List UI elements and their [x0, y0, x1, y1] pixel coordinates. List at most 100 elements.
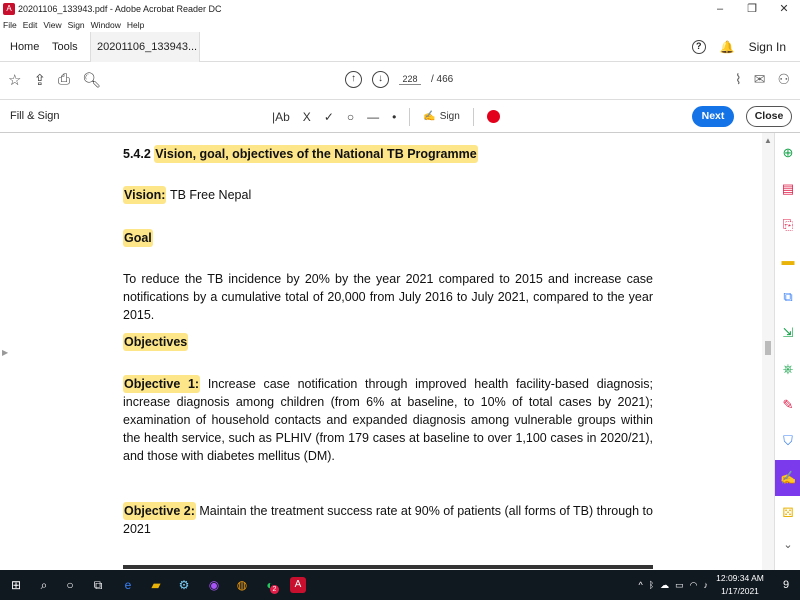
protect-icon[interactable]: ⛉ — [780, 433, 796, 449]
cross-mark-tool[interactable]: X — [303, 110, 311, 124]
vision-text: TB Free Nepal — [169, 188, 252, 202]
edge-icon[interactable]: e — [120, 577, 136, 593]
close-button[interactable]: Close — [746, 106, 792, 127]
objectives-label: Objectives — [123, 333, 189, 351]
dot-tool[interactable]: • — [392, 110, 396, 124]
acrobat-taskbar-icon[interactable]: A — [290, 577, 306, 593]
gear-app-icon[interactable]: ⚙ — [176, 577, 192, 593]
next-button[interactable]: Next — [692, 106, 734, 127]
windows-start-icon[interactable]: ⊞ — [8, 577, 24, 593]
color-picker[interactable] — [486, 110, 500, 123]
toolbar-divider — [409, 107, 411, 126]
mail-icon[interactable]: ✉ — [754, 71, 766, 88]
minimize-button[interactable]: – — [704, 0, 736, 18]
pen-icon: ✍ — [423, 111, 436, 122]
clock-time: 12:09:34 AM — [716, 573, 764, 583]
expand-panel-icon[interactable]: ▶ — [2, 348, 8, 357]
notification-icon[interactable]: 9 — [778, 577, 794, 593]
fill-sign-toolbar: Fill & Sign |Ab X ✓ ○ — • ✍ Sign Next Cl… — [0, 100, 800, 133]
page-total: / 466 — [431, 74, 454, 85]
menu-file[interactable]: File — [3, 18, 17, 32]
battery-icon[interactable]: ▭ — [675, 580, 684, 591]
tab-tools[interactable]: Tools — [52, 32, 78, 62]
objective-1-text: Increase case notification through impro… — [123, 377, 653, 463]
goal-label: Goal — [123, 229, 153, 247]
attach-icon[interactable]: ⌇ — [735, 71, 742, 88]
organize-pages-icon[interactable]: ▤ — [780, 181, 796, 197]
objective-2-label: Objective 2: — [123, 502, 196, 520]
cortana-icon[interactable]: ○ — [62, 577, 78, 593]
right-tools-panel: ⊕ ▤ ⎘ ▬ ⧉ ⇲ ⎈ ✎ ⛉ ✍ ⚄ ⌄ — [774, 133, 800, 570]
section-number: 5.4.2 — [123, 147, 151, 161]
page-number-input[interactable]: 228 — [399, 74, 421, 85]
volume-icon[interactable]: ♪ — [704, 580, 709, 590]
fill-sign-title: Fill & Sign — [10, 110, 60, 122]
onedrive-icon[interactable]: ☁ — [660, 580, 669, 591]
menu-bar: File Edit View Sign Window Help — [0, 18, 150, 32]
bluetooth-icon[interactable]: ᛒ — [649, 580, 654, 590]
star-icon[interactable]: ☆ — [8, 71, 21, 89]
windows-taskbar: ⊞ ⌕ ○ ⧉ e ▰ ⚙ ◉ ◍ ◐ 2 A ^ ᛒ ☁ ▭ ◠ ♪ 12:0… — [0, 570, 800, 600]
tab-bar: Home Tools 20201106_133943... × ? 🔔 Sign… — [0, 32, 800, 83]
tab-document-label: 20201106_133943... — [97, 41, 198, 53]
combine-files-icon[interactable]: ⧉ — [780, 289, 796, 305]
line-tool[interactable]: — — [367, 110, 379, 124]
menu-sign[interactable]: Sign — [68, 18, 85, 32]
file-explorer-icon[interactable]: ▰ — [148, 577, 164, 593]
page-down-icon[interactable]: ↓ — [372, 71, 389, 88]
compress-pdf-icon[interactable]: ⇲ — [780, 325, 796, 341]
vision-label: Vision: — [123, 186, 167, 204]
users-icon[interactable]: ⚇ — [777, 71, 790, 88]
sign-in-link[interactable]: Sign In — [749, 40, 786, 54]
tab-document[interactable]: 20201106_133943... × — [90, 32, 200, 83]
enhance-scan-icon[interactable]: ⎈ — [780, 361, 796, 377]
fill-sign-icon: ✍ — [780, 470, 797, 485]
comment-icon[interactable]: ▬ — [780, 253, 796, 269]
circle-tool[interactable]: ○ — [347, 110, 354, 124]
more-tools-icon[interactable]: ⚄ — [780, 505, 796, 521]
chrome-icon[interactable]: ◍ — [234, 577, 250, 593]
export-pdf-icon[interactable]: ⎘ — [780, 217, 796, 233]
menu-edit[interactable]: Edit — [23, 18, 38, 32]
vertical-scrollbar[interactable]: ▲ — [762, 133, 774, 570]
add-text-tool[interactable]: |Ab — [272, 110, 290, 124]
create-pdf-icon[interactable]: ⊕ — [780, 145, 796, 161]
scroll-thumb[interactable] — [765, 341, 771, 355]
document-viewer[interactable]: ▶ 5.4.2 Vision, goal, objectives of the … — [0, 133, 762, 570]
sign-tool-button[interactable]: ✍ Sign — [423, 111, 459, 122]
tab-home[interactable]: Home — [10, 32, 39, 62]
print-icon[interactable]: ⎙ — [58, 71, 70, 89]
task-view-icon[interactable]: ⧉ — [90, 577, 106, 593]
title-bar: A 20201106_133943.pdf - Adobe Acrobat Re… — [0, 0, 800, 18]
messenger-icon[interactable]: ◉ — [206, 577, 222, 593]
page-up-icon[interactable]: ↑ — [345, 71, 362, 88]
tools-expand-icon[interactable]: ⌄ — [780, 537, 796, 553]
toolbar-divider — [472, 107, 474, 126]
objective-1-label: Objective 1: — [123, 375, 201, 393]
system-tray: ^ ᛒ ☁ ▭ ◠ ♪ — [638, 570, 708, 600]
menu-help[interactable]: Help — [127, 18, 144, 32]
clock[interactable]: 12:09:34 AM 1/17/2021 — [716, 572, 764, 598]
vision-line: Vision: TB Free Nepal — [123, 186, 251, 204]
edit-pdf-icon[interactable]: ✎ — [780, 397, 796, 413]
tray-chevron-icon[interactable]: ^ — [638, 580, 642, 590]
scroll-up-icon[interactable]: ▲ — [764, 136, 772, 145]
objectives-heading: Objectives — [123, 333, 189, 351]
bell-icon[interactable]: 🔔 — [720, 40, 735, 54]
menu-view[interactable]: View — [43, 18, 61, 32]
objective-2-paragraph: Objective 2: Maintain the treatment succ… — [123, 502, 653, 538]
acrobat-logo-icon: A — [3, 3, 15, 15]
menu-window[interactable]: Window — [91, 18, 121, 32]
close-window-button[interactable]: ✕ — [768, 0, 800, 18]
page-rule — [123, 565, 653, 569]
search-icon[interactable]: ⌕ — [36, 577, 52, 593]
maximize-button[interactable]: ❐ — [736, 0, 768, 18]
check-mark-tool[interactable]: ✓ — [324, 110, 334, 124]
search-icon[interactable]: 🔍︎ — [82, 71, 101, 89]
share-icon[interactable]: ⇪ — [33, 71, 46, 89]
objective-2-text: Maintain the treatment success rate at 9… — [123, 504, 653, 536]
wifi-icon[interactable]: ◠ — [690, 580, 698, 591]
window-title: 20201106_133943.pdf - Adobe Acrobat Read… — [18, 4, 222, 14]
window-controls: – ❐ ✕ — [704, 0, 800, 18]
help-icon[interactable]: ? — [691, 40, 706, 54]
